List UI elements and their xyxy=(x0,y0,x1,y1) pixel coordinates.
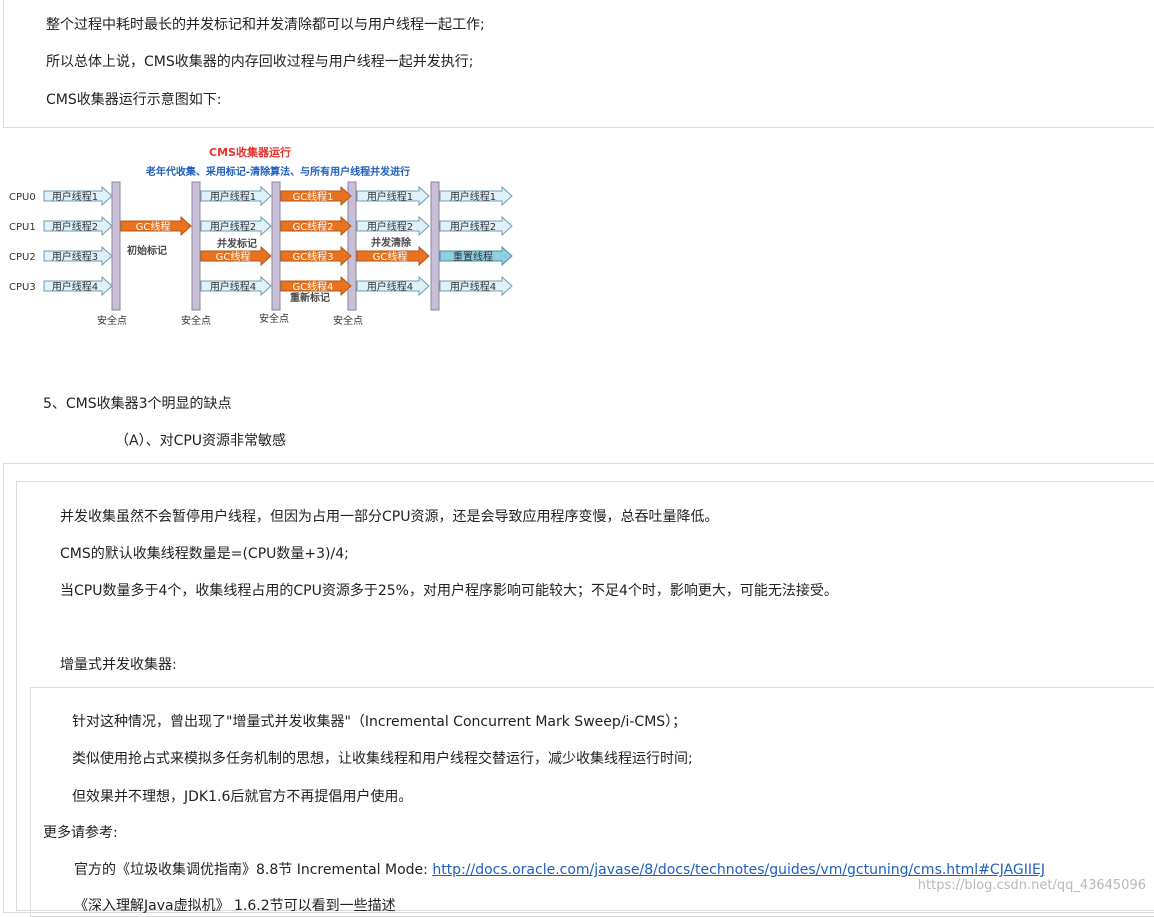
safepoint-bar-4 xyxy=(430,181,440,311)
gc-thread-remark-3-label: GC线程4 xyxy=(292,280,333,293)
safepoint-label-1: 安全点 xyxy=(181,314,211,327)
more-label: 更多请参考: xyxy=(43,825,118,841)
reference-link[interactable]: http://docs.oracle.com/javase/8/docs/tec… xyxy=(432,862,1045,878)
safepoint-bar-3 xyxy=(347,181,357,311)
user-thread-c1-1-label: 用户线程2 xyxy=(52,220,98,233)
user-thread-c5-1-label: 用户线程2 xyxy=(367,220,413,233)
user-thread-c3-1-label: 用户线程2 xyxy=(210,220,256,233)
safepoint-bar-1 xyxy=(191,181,201,311)
box2-line-1: 并发收集虽然不会暂停用户线程，但因为占用一部分CPU资源，还是会导致应用程序变慢… xyxy=(60,509,719,525)
phase-concurrent-sweep: 并发清除 xyxy=(371,236,412,249)
section5-heading: 5、CMS收集器3个明显的缺点 xyxy=(43,396,232,412)
user-thread-c6-3-label: 用户线程4 xyxy=(450,280,496,293)
reset-thread-label: 重置线程 xyxy=(453,250,493,263)
gc-thread-concurrent-mark-label: GC线程 xyxy=(216,250,251,263)
box2-line-4: 增量式并发收集器: xyxy=(60,657,177,673)
gc-thread-initial-mark-label: GC线程 xyxy=(136,220,171,233)
phase-remark: 重新标记 xyxy=(290,291,330,304)
reference-prefix: 官方的《垃圾收集调优指南》8.8节 Incremental Mode: xyxy=(74,862,428,878)
user-thread-c3-0-label: 用户线程1 xyxy=(210,190,256,203)
user-thread-c5-3-label: 用户线程4 xyxy=(367,280,413,293)
safepoint-label-2: 安全点 xyxy=(259,312,289,325)
box3-line-2: 类似使用抢占式来模拟多任务机制的思想，让收集线程和用户线程交替运行，减少收集线程… xyxy=(72,751,693,767)
phase-concurrent-mark: 并发标记 xyxy=(217,237,257,250)
diagram-title: CMS收集器运行 xyxy=(209,145,291,159)
gc-thread-remark-1-label: GC线程2 xyxy=(292,220,333,233)
safepoint-bar-2 xyxy=(271,181,281,311)
user-thread-c5-0-label: 用户线程1 xyxy=(367,190,413,203)
cpu-label-3: CPU3 xyxy=(9,282,36,293)
user-thread-c3-3-label: 用户线程4 xyxy=(210,280,256,293)
cpu-label-1: CPU1 xyxy=(9,222,36,233)
box2-line-3: 当CPU数量多于4个，收集线程占用的CPU资源多于25%，对用户程序影响可能较大… xyxy=(60,583,838,599)
gc-thread-remark-0-label: GC线程1 xyxy=(292,190,333,203)
safepoint-label-0: 安全点 xyxy=(97,314,127,327)
user-thread-c6-1-label: 用户线程2 xyxy=(450,220,496,233)
safepoint-label-3: 安全点 xyxy=(333,314,363,327)
section5-sub: （A）、对CPU资源非常敏感 xyxy=(115,433,287,449)
top-line-3: CMS收集器运行示意图如下: xyxy=(46,92,222,108)
user-thread-c1-0-label: 用户线程1 xyxy=(52,190,98,203)
cut-off-line: 《深入理解Java虚拟机》 1.6.2节可以看到一些描述 xyxy=(74,898,396,914)
cms-diagram: CMS收集器运行 老年代收集、采用标记-清除算法、与所有用户线程并发进行 CPU… xyxy=(9,145,513,327)
user-thread-c1-2-label: 用户线程3 xyxy=(52,250,98,263)
phase-initial-mark: 初始标记 xyxy=(127,244,167,257)
box2-line-2: CMS的默认收集线程数量是=(CPU数量+3)/4; xyxy=(60,546,349,562)
watermark: https://blog.csdn.net/qq_43645096 xyxy=(917,878,1146,893)
gc-thread-remark-2-label: GC线程3 xyxy=(292,250,333,263)
cpu-label-0: CPU0 xyxy=(9,192,36,203)
user-thread-c1-3-label: 用户线程4 xyxy=(52,280,98,293)
top-line-1: 整个过程中耗时最长的并发标记和并发清除都可以与用户线程一起工作; xyxy=(46,17,485,33)
top-line-2: 所以总体上说，CMS收集器的内存回收过程与用户线程一起并发执行; xyxy=(46,54,474,70)
box3-line-3: 但效果并不理想，JDK1.6后就官方不再提倡用户使用。 xyxy=(72,789,413,805)
gc-thread-concurrent-sweep-label: GC线程 xyxy=(373,250,408,263)
reference-line: 官方的《垃圾收集调优指南》8.8节 Incremental Mode: http… xyxy=(74,859,1045,879)
diagram-subtitle: 老年代收集、采用标记-清除算法、与所有用户线程并发进行 xyxy=(145,165,410,178)
safepoint-bar-0 xyxy=(111,181,121,311)
user-thread-c6-0-label: 用户线程1 xyxy=(450,190,496,203)
cpu-label-2: CPU2 xyxy=(9,252,36,263)
box3-line-1: 针对这种情况，曾出现了"增量式并发收集器"（Incremental Concur… xyxy=(72,714,687,730)
